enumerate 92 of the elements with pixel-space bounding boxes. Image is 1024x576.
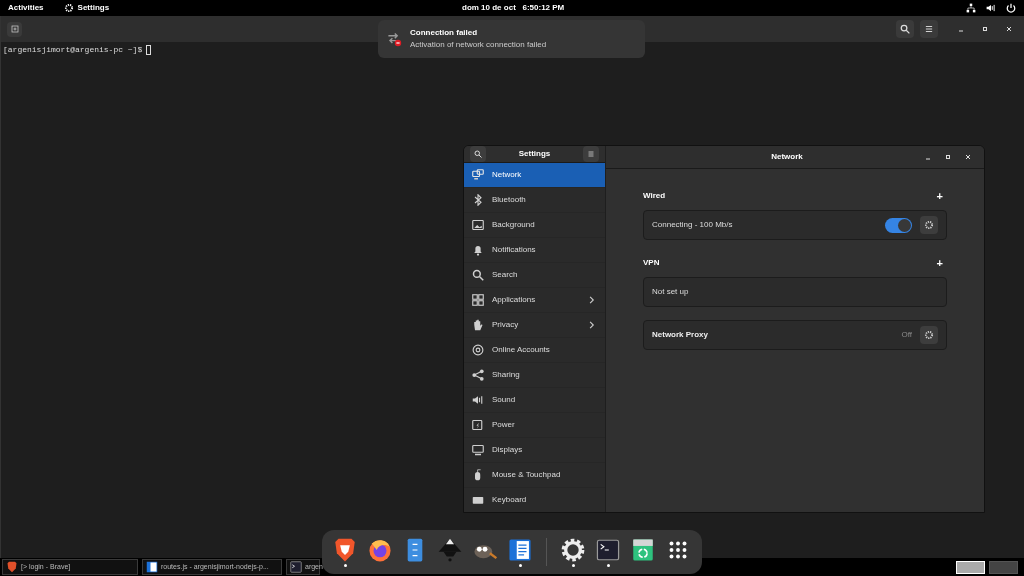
terminal-prompt: [argenisjimort@argenis-pc ~]$ bbox=[3, 44, 143, 56]
page-title: Network bbox=[770, 151, 804, 163]
menu-button[interactable] bbox=[920, 20, 938, 38]
recycle-icon[interactable] bbox=[630, 537, 656, 563]
image-icon bbox=[472, 219, 484, 231]
hand-icon bbox=[472, 319, 484, 331]
sidebar-label: Search bbox=[492, 269, 519, 281]
network-icon bbox=[472, 169, 484, 181]
sidebar-label: Power bbox=[492, 419, 516, 431]
sidebar-label: Sound bbox=[492, 394, 517, 406]
new-tab-button[interactable] bbox=[7, 21, 22, 37]
power-icon[interactable] bbox=[1006, 3, 1016, 13]
share-icon bbox=[472, 369, 484, 381]
notification-title: Connection failed bbox=[410, 27, 479, 39]
close-icon bbox=[964, 153, 972, 161]
grid-icon bbox=[472, 294, 484, 306]
bell-icon bbox=[472, 244, 484, 256]
row-label: Not set up bbox=[652, 286, 690, 298]
plus-icon bbox=[10, 25, 19, 33]
sidebar-item[interactable]: Background bbox=[464, 213, 605, 238]
sidebar-item[interactable]: Power bbox=[464, 413, 605, 438]
search-button[interactable] bbox=[470, 146, 486, 162]
row-label: Network Proxy bbox=[652, 329, 710, 341]
globe-icon[interactable] bbox=[367, 537, 393, 563]
gear-icon bbox=[924, 330, 934, 340]
notification-banner[interactable]: Connection failed Activation of network connection failed bbox=[378, 20, 645, 58]
section-heading: Wired bbox=[643, 190, 667, 202]
settings-button[interactable] bbox=[920, 326, 938, 344]
sidebar-item[interactable]: Search bbox=[464, 263, 605, 288]
sidebar-label: Online Accounts bbox=[492, 344, 551, 356]
toggle-switch[interactable] bbox=[885, 217, 912, 233]
gear-icon bbox=[924, 220, 934, 230]
sidebar-item[interactable]: Notifications bbox=[464, 238, 605, 263]
settings-icon[interactable] bbox=[560, 537, 586, 563]
sidebar-label: Notifications bbox=[492, 244, 537, 256]
sidebar-label: Network bbox=[492, 169, 523, 181]
shield-icon[interactable] bbox=[332, 537, 358, 563]
sidebar-label: Privacy bbox=[492, 319, 520, 331]
sidebar-label: Displays bbox=[492, 444, 524, 456]
sidebar-item[interactable]: Privacy bbox=[464, 313, 605, 338]
search-button[interactable] bbox=[896, 20, 914, 38]
sidebar-label: Sharing bbox=[492, 369, 521, 381]
activities-button[interactable]: Activities bbox=[8, 2, 44, 14]
search-icon bbox=[472, 269, 484, 281]
section-heading: VPN bbox=[643, 257, 661, 269]
add-button[interactable]: + bbox=[936, 187, 947, 205]
shield-icon bbox=[6, 561, 18, 573]
gear-icon bbox=[63, 3, 74, 13]
workspace-thumbnail[interactable] bbox=[989, 560, 1018, 574]
clock[interactable]: dom 10 de oct 6:50:12 PM bbox=[462, 2, 565, 14]
close-icon bbox=[1005, 25, 1013, 33]
sidebar-item[interactable]: Displays bbox=[464, 438, 605, 463]
menu-icon bbox=[587, 150, 595, 158]
sidebar-item[interactable]: Bluetooth bbox=[464, 188, 605, 213]
sidebar-item[interactable]: Online Accounts bbox=[464, 338, 605, 363]
sidebar-label: Bluetooth bbox=[492, 194, 527, 206]
settings-button[interactable] bbox=[920, 216, 938, 234]
maximize-icon bbox=[944, 153, 952, 161]
keyboard-icon bbox=[472, 494, 484, 506]
sidebar-title: Settings bbox=[517, 148, 552, 160]
menu-icon bbox=[924, 24, 934, 34]
status-text: Off bbox=[901, 329, 912, 341]
document-icon[interactable] bbox=[507, 537, 533, 563]
sidebar-item[interactable]: Mouse & Touchpad bbox=[464, 463, 605, 488]
app-menu[interactable]: Settings bbox=[63, 2, 110, 14]
network-error-icon bbox=[386, 31, 402, 47]
terminal-icon bbox=[290, 561, 302, 573]
monitor-icon bbox=[472, 444, 484, 456]
sidebar-item[interactable]: Applications bbox=[464, 288, 605, 313]
sidebar-item[interactable]: Sound bbox=[464, 388, 605, 413]
row-label: Connecting - 100 Mb/s bbox=[652, 219, 734, 231]
speaker-icon bbox=[472, 394, 484, 406]
network-icon[interactable] bbox=[966, 3, 976, 13]
notification-body: Activation of network connection failed bbox=[410, 39, 547, 51]
text-cursor bbox=[146, 45, 152, 55]
terminal-icon[interactable] bbox=[595, 537, 621, 563]
bluetooth-icon bbox=[472, 194, 484, 206]
sidebar-item[interactable]: Network bbox=[464, 163, 605, 188]
sidebar-label: Applications bbox=[492, 294, 537, 306]
maximize-icon bbox=[981, 25, 989, 33]
switch-thumb bbox=[898, 218, 911, 232]
sidebar-item[interactable]: Sharing bbox=[464, 363, 605, 388]
speaker-icon[interactable] bbox=[986, 3, 996, 13]
sidebar-label: Mouse & Touchpad bbox=[492, 469, 562, 481]
mouse-icon bbox=[472, 469, 484, 481]
sidebar-label: Keyboard bbox=[492, 494, 528, 506]
search-icon bbox=[474, 150, 482, 158]
document-icon bbox=[146, 561, 158, 573]
sidebar-item[interactable]: Keyboard bbox=[464, 488, 605, 512]
sidebar-label: Background bbox=[492, 219, 536, 231]
search-icon bbox=[900, 24, 910, 34]
add-button[interactable]: + bbox=[936, 254, 947, 272]
